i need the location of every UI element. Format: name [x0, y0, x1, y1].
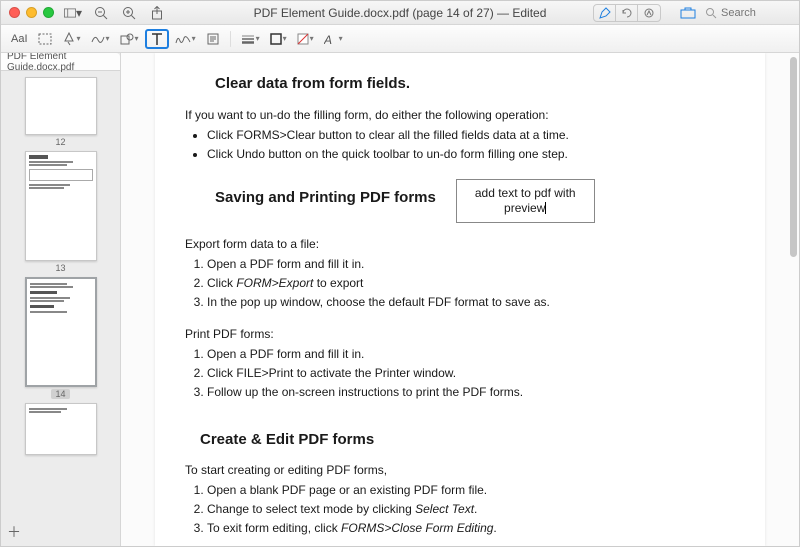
highlight-icon[interactable] — [594, 5, 616, 21]
separator — [230, 31, 231, 47]
shapes-button[interactable]: ▾ — [116, 29, 143, 49]
list-item: In the pop up window, choose the default… — [207, 293, 735, 311]
titlebar-right — [593, 4, 791, 22]
scrollbar-thumb[interactable] — [790, 57, 797, 257]
list-item: Change to select text mode by clicking S… — [207, 500, 735, 518]
zoom-out-button[interactable] — [92, 4, 110, 22]
markup-segmented-control[interactable] — [593, 4, 661, 22]
content-area: PDF Element Guide.docx.pdf 12 13 14 — [1, 53, 799, 546]
sketch-button[interactable]: ▾ — [87, 29, 114, 49]
note-button[interactable] — [202, 29, 224, 49]
heading-saving: Saving and Printing PDF forms — [215, 187, 436, 210]
paragraph: To start creating or editing PDF forms, — [185, 461, 735, 479]
list-item: Click FORM>Export to export — [207, 274, 735, 292]
list-item: Open a blank PDF page or an existing PDF… — [207, 481, 735, 499]
line-style-button[interactable]: ▾ — [237, 29, 264, 49]
vertical-scrollbar[interactable] — [790, 57, 797, 542]
font-button[interactable]: A▾ — [320, 29, 347, 49]
thumbnail[interactable]: 13 — [25, 151, 97, 273]
search-icon — [705, 7, 717, 19]
document-viewport[interactable]: Clear data from form fields. If you want… — [121, 53, 799, 546]
close-window-button[interactable] — [9, 7, 20, 18]
thumbnail[interactable] — [25, 403, 97, 455]
search-field[interactable] — [705, 7, 791, 19]
selection-tool-button[interactable] — [34, 29, 56, 49]
window-controls — [9, 7, 54, 18]
sign-button[interactable]: ▾ — [171, 29, 200, 49]
paragraph: Print PDF forms: — [185, 325, 735, 343]
heading-create: Create & Edit PDF forms — [200, 429, 735, 452]
thumbnail-list: 12 13 14 — [1, 71, 120, 546]
add-page-button[interactable]: ＋ — [7, 522, 21, 542]
heading-clear: Clear data from form fields. — [215, 73, 735, 96]
list-item: To exit form editing, click FORMS>Close … — [207, 519, 735, 537]
text-tool-button[interactable] — [145, 29, 169, 49]
svg-text:A: A — [324, 33, 332, 45]
list-item: Follow up the on-screen instructions to … — [207, 383, 735, 401]
markup-toolbar-icon[interactable] — [638, 5, 660, 21]
minimize-window-button[interactable] — [26, 7, 37, 18]
sidebar-toggle-button[interactable]: ▾ — [64, 4, 82, 22]
share-button[interactable] — [148, 4, 166, 22]
text-style-button[interactable]: AaI — [7, 29, 32, 49]
instant-alpha-button[interactable]: ▾ — [58, 29, 85, 49]
list-item: Open a PDF form and fill it in. — [207, 345, 735, 363]
thumbnail[interactable]: 12 — [25, 77, 97, 147]
text-annotation-box[interactable]: add text to pdf with preview — [456, 179, 595, 223]
text-caret — [545, 202, 546, 214]
zoom-in-button[interactable] — [120, 4, 138, 22]
fill-color-button[interactable]: ▾ — [293, 29, 318, 49]
thumbnails-sidebar: PDF Element Guide.docx.pdf 12 13 14 — [1, 53, 121, 546]
paragraph: Export form data to a file: — [185, 235, 735, 253]
markup-toolbar: AaI ▾ ▾ ▾ ▾ ▾ ▾ ▾ A▾ — [1, 25, 799, 53]
thumbnail[interactable]: 14 — [25, 277, 97, 399]
titlebar: ▾ PDF Element Guide.docx.pdf (page 14 of… — [1, 1, 799, 25]
list-item: Click Undo button on the quick toolbar t… — [207, 145, 735, 163]
pdf-page: Clear data from form fields. If you want… — [155, 53, 765, 546]
zoom-window-button[interactable] — [43, 7, 54, 18]
search-input[interactable] — [721, 7, 791, 19]
list-item: Open a PDF form and fill it in. — [207, 255, 735, 273]
border-color-button[interactable]: ▾ — [266, 29, 291, 49]
toolbox-icon[interactable] — [679, 4, 697, 22]
rotate-icon[interactable] — [616, 5, 638, 21]
preview-window: ▾ PDF Element Guide.docx.pdf (page 14 of… — [0, 0, 800, 547]
sidebar-tab[interactable]: PDF Element Guide.docx.pdf — [1, 53, 120, 71]
paragraph: If you want to un-do the filling form, d… — [185, 106, 735, 124]
list-item: Click FORMS>Clear button to clear all th… — [207, 126, 735, 144]
list-item: Click FILE>Print to activate the Printer… — [207, 364, 735, 382]
